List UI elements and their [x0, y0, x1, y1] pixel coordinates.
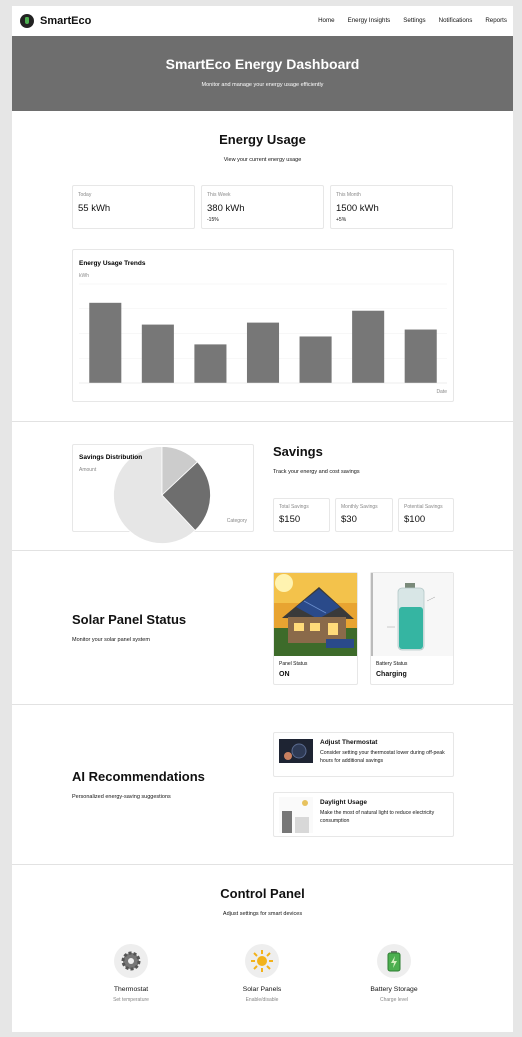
- control-panel-subtitle: Adjust settings for smart devices: [222, 911, 303, 917]
- savings-label: Potential Savings: [404, 504, 443, 510]
- recommendation-description: Make the most of natural light to reduce…: [320, 810, 435, 824]
- energy-usage-title: Energy Usage: [219, 132, 306, 147]
- hero-subtitle: Monitor and manage your energy usage eff…: [201, 82, 324, 88]
- control-item-title: Solar Panels: [242, 986, 282, 993]
- solar-title: Solar Panel Status: [72, 612, 187, 627]
- gear-icon[interactable]: [114, 944, 148, 978]
- control-panel-title: Control Panel: [220, 886, 305, 901]
- recommendation-title: Adjust Thermostat: [320, 739, 378, 746]
- savings-label: Total Savings: [279, 504, 309, 510]
- chart-y-label: Amount: [79, 467, 97, 473]
- savings-value: $30: [341, 514, 357, 525]
- hero-title: SmartEco Energy Dashboard: [165, 56, 360, 72]
- savings-distribution-card: Savings Distribution Amount Category: [72, 444, 254, 544]
- battery-status-value: Charging: [376, 671, 407, 678]
- stat-label: This Week: [207, 192, 231, 198]
- bar[interactable]: [404, 329, 437, 383]
- stat-change: +5%: [336, 217, 347, 223]
- stat-change: -15%: [207, 217, 219, 223]
- energy-usage-subtitle: View your current energy usage: [223, 157, 302, 163]
- control-item-battery-storage[interactable]: Battery Storage Charge level: [334, 944, 454, 1003]
- battery-status-label: Battery Status: [376, 661, 408, 667]
- nav-link-notifications[interactable]: Notifications: [439, 17, 473, 24]
- recommendation-description: Consider setting your thermostat lower d…: [320, 750, 445, 764]
- chart-title: Energy Usage Trends: [79, 260, 146, 267]
- control-item-description: Charge level: [379, 997, 409, 1003]
- brand-name[interactable]: SmartEco: [40, 15, 91, 27]
- panel-status-value: ON: [279, 671, 290, 678]
- bar[interactable]: [352, 310, 385, 383]
- section-divider: [12, 550, 513, 551]
- navbar: SmartEco Home Energy Insights Settings N…: [12, 6, 513, 36]
- stat-value: 55 kWh: [78, 203, 111, 214]
- recommendation-card-daylight[interactable]: Daylight Usage Make the most of natural …: [273, 792, 454, 837]
- control-item-description: Enable/disable: [245, 997, 279, 1003]
- chart-y-label: kWh: [79, 273, 89, 279]
- nav-link-settings[interactable]: Settings: [403, 17, 425, 24]
- stat-label: Today: [78, 192, 92, 198]
- nav-link-reports[interactable]: Reports: [485, 17, 507, 24]
- savings-card-monthly: Monthly Savings $30: [335, 498, 393, 532]
- savings-card-total: Total Savings $150: [273, 498, 330, 532]
- control-item-title: Thermostat: [113, 986, 149, 993]
- savings-label: Monthly Savings: [341, 504, 378, 510]
- stat-card-this-month: This Month 1500 kWh +5%: [330, 185, 453, 229]
- bar[interactable]: [89, 302, 122, 383]
- savings-value: $100: [404, 514, 426, 525]
- chart-x-label: Category: [227, 518, 248, 524]
- section-divider: [12, 704, 513, 705]
- nav-link-home[interactable]: Home: [318, 17, 335, 24]
- energy-trends-chart-card: Energy Usage Trends kWh Date: [72, 249, 454, 402]
- panel-status-label: Panel Status: [279, 661, 308, 667]
- chart-x-label: Date: [436, 389, 447, 395]
- energy-trends-chart: Energy Usage Trends kWh Date: [79, 260, 447, 395]
- recommendation-card-thermostat[interactable]: Adjust Thermostat Consider setting your …: [273, 732, 454, 777]
- stat-card-today: Today 55 kWh: [72, 185, 195, 229]
- panel-status-card: Panel Status ON: [273, 572, 358, 685]
- battery-icon[interactable]: [377, 944, 411, 978]
- bar[interactable]: [194, 344, 227, 383]
- control-item-title: Battery Storage: [370, 986, 418, 993]
- savings-card-potential: Potential Savings $100: [398, 498, 454, 532]
- control-item-description: Set temperature: [113, 997, 149, 1003]
- chart-title: Savings Distribution: [79, 454, 142, 461]
- daylight-illustration: [279, 797, 313, 833]
- section-divider: [12, 421, 513, 422]
- battery-status-card: Battery Status Charging: [370, 572, 454, 685]
- nav-links: Home Energy Insights Settings Notificati…: [318, 17, 507, 24]
- leaf-logo-icon[interactable]: [20, 14, 34, 28]
- control-item-thermostat[interactable]: Thermostat Set temperature: [71, 944, 191, 1003]
- stat-label: This Month: [336, 192, 361, 198]
- stat-value: 1500 kWh: [336, 203, 379, 214]
- savings-subtitle: Track your energy and cost savings: [273, 469, 360, 475]
- nav-link-energy-insights[interactable]: Energy Insights: [348, 17, 391, 24]
- stat-card-this-week: This Week 380 kWh -15%: [201, 185, 324, 229]
- ai-subtitle: Personalized energy-saving suggestions: [72, 794, 171, 800]
- recommendation-title: Daylight Usage: [320, 799, 367, 806]
- sun-icon[interactable]: [245, 944, 279, 978]
- page: SmartEco Home Energy Insights Settings N…: [12, 6, 513, 1032]
- solar-house-photo: [274, 573, 357, 656]
- bar[interactable]: [246, 322, 280, 383]
- section-divider: [12, 864, 513, 865]
- savings-value: $150: [279, 514, 301, 525]
- stat-value: 380 kWh: [207, 203, 245, 214]
- solar-subtitle: Monitor your solar panel system: [72, 637, 150, 643]
- bar[interactable]: [141, 324, 174, 383]
- hero-banner: SmartEco Energy Dashboard Monitor and ma…: [12, 36, 513, 111]
- savings-title: Savings: [273, 444, 323, 459]
- thermostat-photo: [279, 739, 313, 763]
- battery-illustration: [371, 573, 453, 656]
- ai-title: AI Recommendations: [72, 769, 205, 784]
- control-item-solar-panels[interactable]: Solar Panels Enable/disable: [202, 944, 322, 1003]
- bar[interactable]: [299, 336, 332, 383]
- savings-distribution-chart: Savings Distribution Amount Category: [79, 446, 248, 544]
